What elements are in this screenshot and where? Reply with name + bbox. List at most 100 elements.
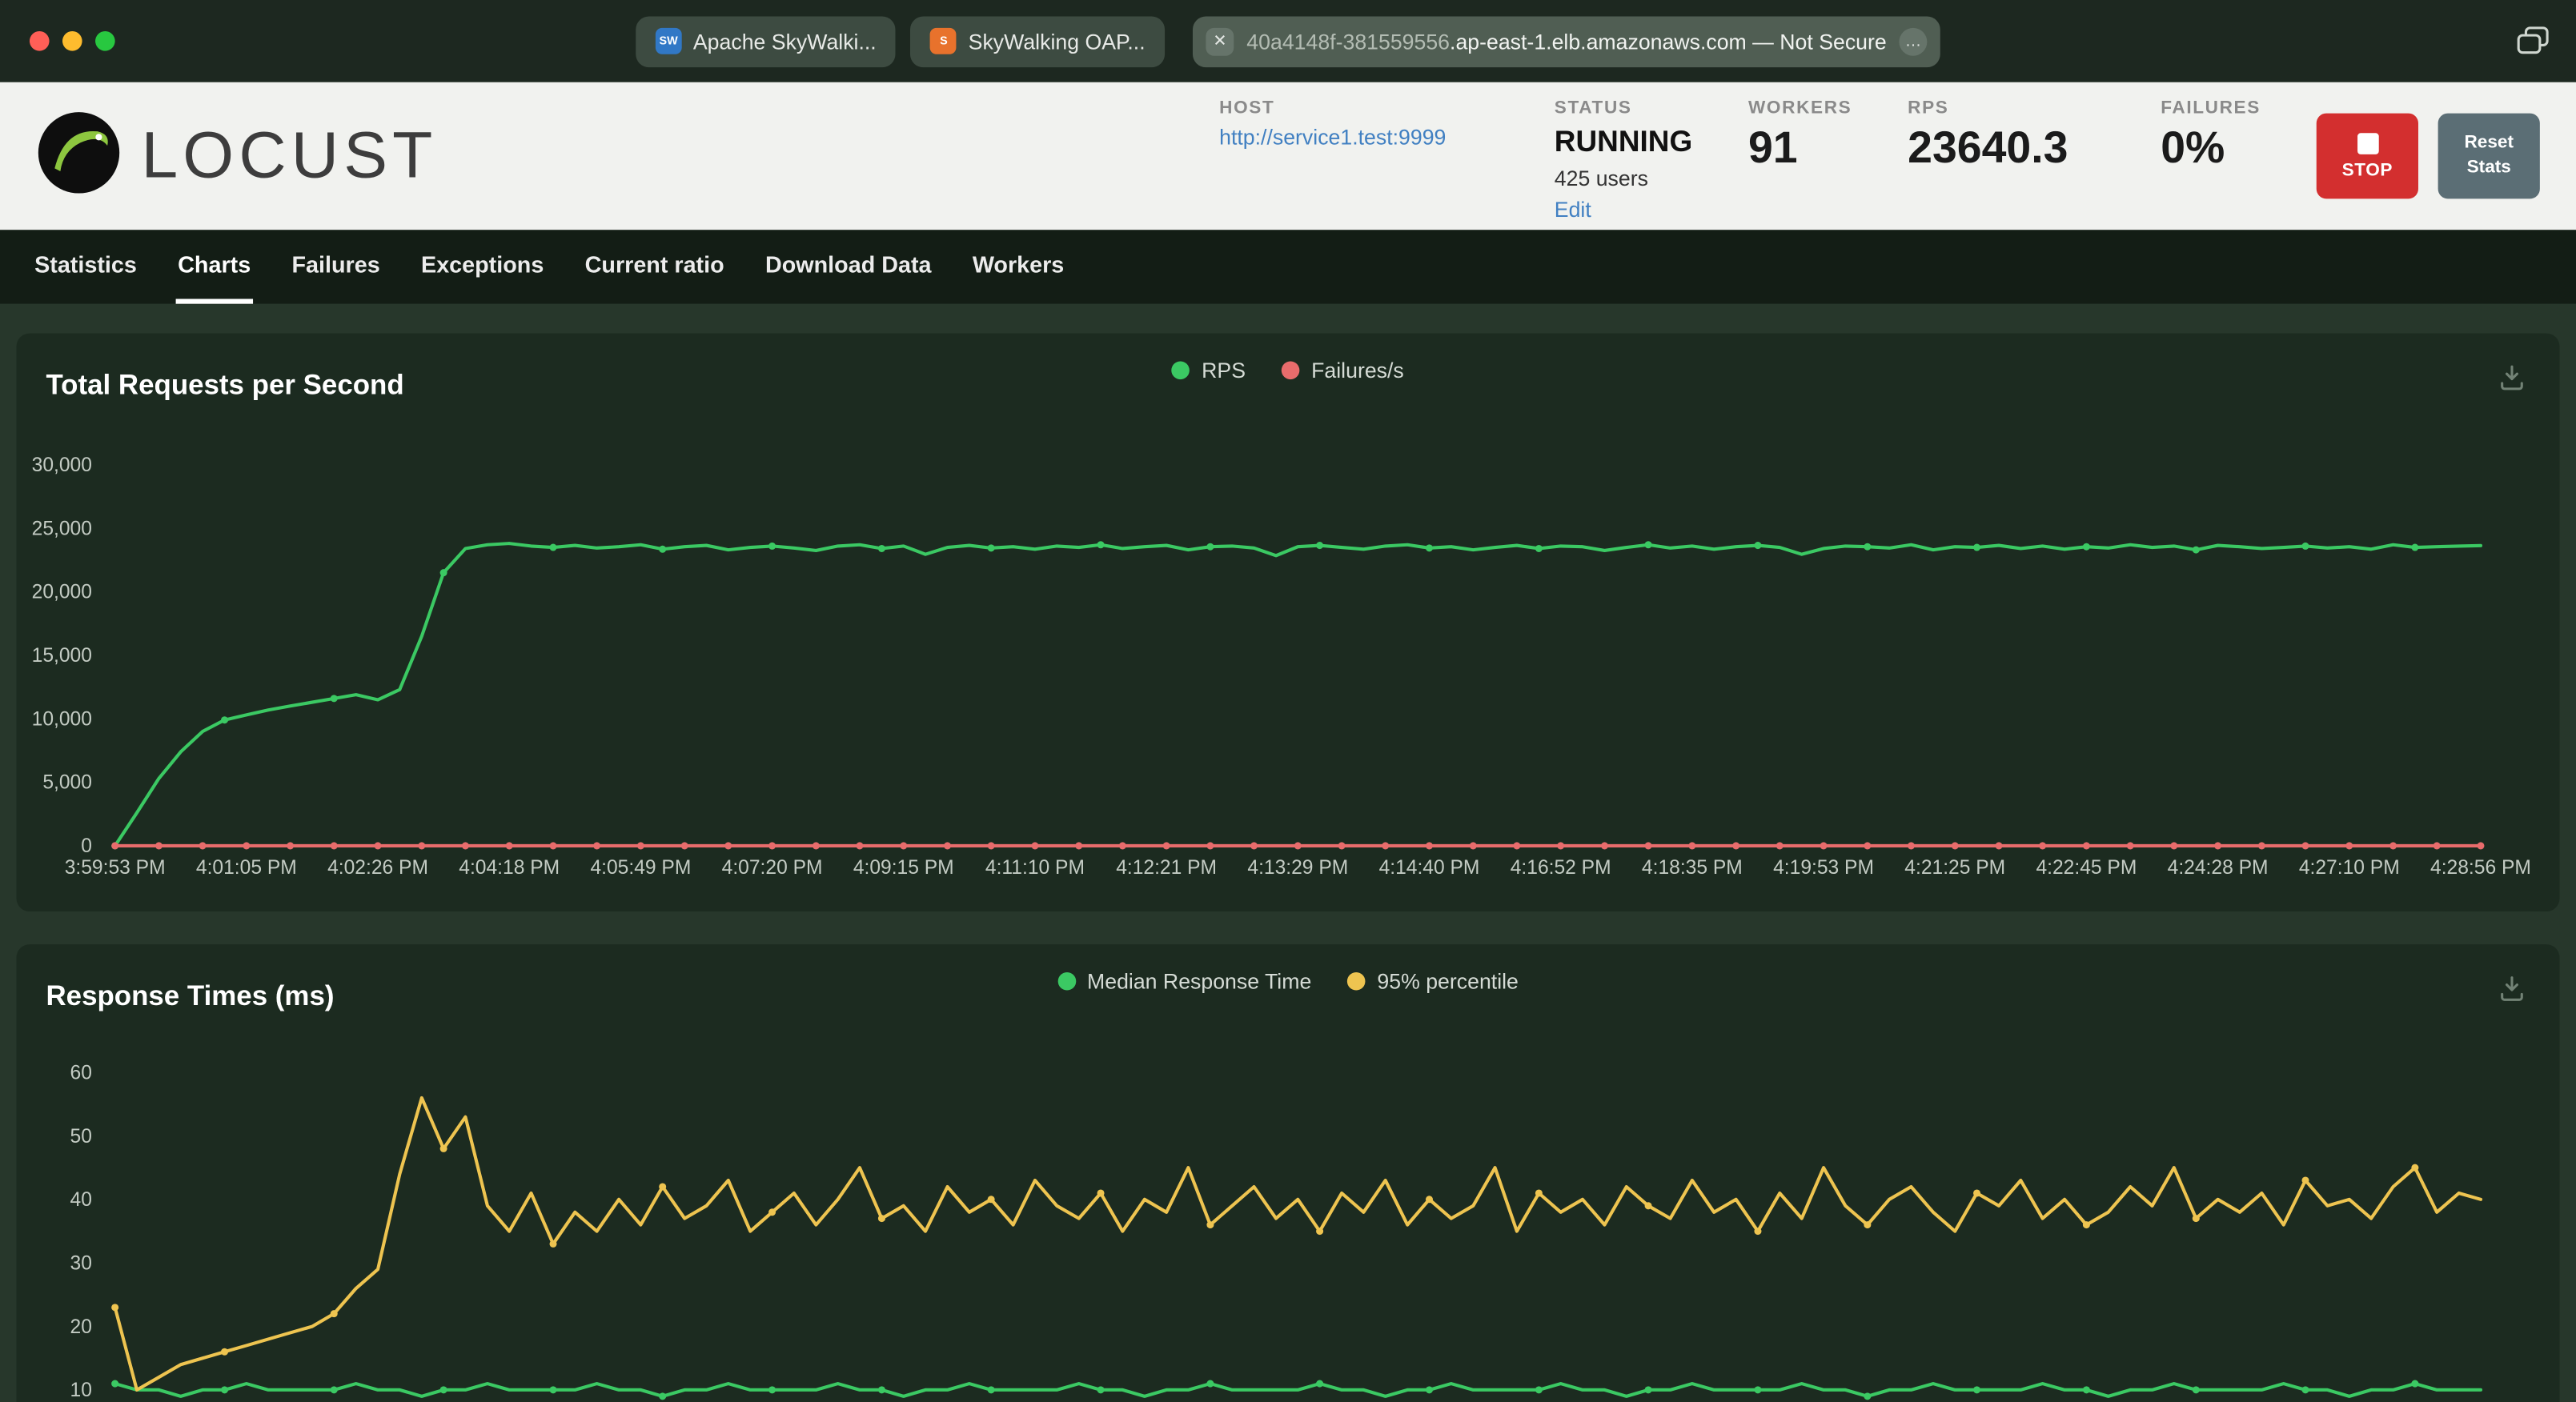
host-link[interactable]: http://service1.test:9999 [1219,124,1499,149]
rps-value: 23640.3 [1908,122,2068,172]
svg-text:4:04:18 PM: 4:04:18 PM [459,857,560,879]
stat-status: STATUS RUNNING 425 users Edit [1555,98,1692,221]
skywalking-favicon-icon: SW [655,27,682,54]
status-label: STATUS [1554,98,1632,118]
svg-text:4:16:52 PM: 4:16:52 PM [1511,857,1611,879]
host-label: HOST [1219,98,1275,118]
legend-label: Median Response Time [1087,968,1312,994]
zoom-window-button[interactable] [95,30,115,51]
nav-exceptions[interactable]: Exceptions [419,230,545,303]
browser-chrome: SW Apache SkyWalki... S SkyWalking OAP..… [0,0,2576,82]
svg-text:4:21:25 PM: 4:21:25 PM [1904,857,2005,879]
close-window-button[interactable] [29,30,50,51]
nav-download-data[interactable]: Download Data [764,230,933,303]
svg-text:30,000: 30,000 [32,455,92,476]
svg-text:20,000: 20,000 [32,582,92,603]
workers-value: 91 [1747,122,1798,172]
nav-charts[interactable]: Charts [176,230,253,304]
svg-text:4:28:56 PM: 4:28:56 PM [2430,857,2531,879]
oap-favicon-icon: S [930,27,957,54]
rps-chart-panel: Total Requests per Second RPS Failures/s… [16,333,2560,912]
svg-text:25,000: 25,000 [32,518,92,539]
failures-label: FAILURES [2161,98,2261,118]
svg-text:4:07:20 PM: 4:07:20 PM [722,857,823,879]
close-tab-icon[interactable]: ✕ [1206,26,1234,55]
svg-text:10: 10 [70,1380,92,1401]
stat-workers: WORKERS 91 [1748,98,1852,170]
legend-rps[interactable]: RPS [1172,358,1246,383]
svg-text:3:59:53 PM: 3:59:53 PM [65,857,166,879]
window-controls [29,30,115,51]
nav-workers[interactable]: Workers [971,230,1066,303]
svg-text:5,000: 5,000 [42,772,92,794]
svg-text:4:11:10 PM: 4:11:10 PM [985,857,1085,879]
svg-text:10,000: 10,000 [32,709,92,731]
rps-chart[interactable]: 0 5,000 10,000 15,000 20,000 25,000 30,000 3:59… [17,334,2560,911]
stat-rps: RPS 23640.3 [1908,98,2105,170]
svg-text:0: 0 [81,835,92,857]
stop-icon [2357,132,2378,154]
svg-text:15,000: 15,000 [32,645,92,667]
legend-failures[interactable]: Failures/s [1282,358,1404,383]
header-buttons: STOP Reset Stats [2316,113,2540,199]
rps-label: RPS [1908,98,1949,118]
svg-text:30: 30 [70,1252,92,1274]
legend-label: Failures/s [1311,358,1404,383]
legend-dot-icon [1347,971,1366,991]
chart-legend: RPS Failures/s [17,358,2560,383]
browser-tab-skywalking[interactable]: SW Apache SkyWalki... [636,15,897,67]
url-tail: .ap-east-1.elb.amazonaws.com — Not Secur… [1450,28,1887,54]
stat-failures: FAILURES 0% [2161,98,2261,170]
legend-label: RPS [1202,358,1246,383]
logo-wordmark: LOCUST [141,118,438,192]
legend-dot-icon [1172,361,1190,380]
status-value: RUNNING [1554,123,1693,157]
nav-current-ratio[interactable]: Current ratio [584,230,726,303]
status-users: 425 users [1554,165,1648,190]
stat-host: HOST http://service1.test:9999 [1219,98,1499,149]
legend-label: 95% percentile [1377,968,1519,994]
svg-text:4:09:15 PM: 4:09:15 PM [853,857,954,879]
stop-button-label: STOP [2341,160,2393,180]
tab-label: SkyWalking OAP... [968,28,1146,54]
brand: LOCUST [36,109,437,202]
reset-stats-button[interactable]: Reset Stats [2438,113,2540,199]
nav-failures[interactable]: Failures [290,230,381,303]
url-text: 40a4148f-381559556.ap-east-1.elb.amazona… [1246,29,1888,54]
download-chart-icon[interactable] [2497,363,2526,401]
tab-strip: SW Apache SkyWalki... S SkyWalking OAP..… [636,15,1940,67]
minimize-window-button[interactable] [62,30,82,51]
svg-text:4:24:28 PM: 4:24:28 PM [2168,857,2269,879]
stop-button[interactable]: STOP [2316,113,2418,199]
response-times-chart-panel: Response Times (ms) Median Response Time… [16,944,2560,1402]
svg-text:4:27:10 PM: 4:27:10 PM [2299,857,2400,879]
main-nav: Statistics Charts Failures Exceptions Cu… [0,230,2576,304]
header-stats: HOST http://service1.test:9999 STATUS RU… [1219,91,2261,221]
svg-text:20: 20 [70,1316,92,1338]
svg-text:4:18:35 PM: 4:18:35 PM [1642,857,1743,879]
browser-window: SW Apache SkyWalki... S SkyWalking OAP..… [0,0,2576,1402]
browser-tab-skywalking-oap[interactable]: S SkyWalking OAP... [910,15,1166,67]
nav-statistics[interactable]: Statistics [33,230,138,303]
svg-text:4:14:40 PM: 4:14:40 PM [1379,857,1480,879]
download-chart-icon[interactable] [2497,974,2526,1011]
response-times-chart[interactable]: 1020304050603:59:53 PM4:01:05 PM4:02:26 … [17,944,2560,1402]
app-header: LOCUST HOST http://service1.test:9999 ST… [0,82,2576,230]
failures-value: 0% [2161,122,2225,172]
legend-median[interactable]: Median Response Time [1057,969,1311,994]
svg-text:4:05:49 PM: 4:05:49 PM [590,857,691,879]
chart-legend: Median Response Time 95% percentile [17,969,2560,994]
tab-label: Apache SkyWalki... [692,28,877,54]
edit-link[interactable]: Edit [1555,196,1692,221]
locust-logo-icon [36,109,122,202]
address-bar[interactable]: ✕ 40a4148f-381559556.ap-east-1.elb.amazo… [1193,15,1940,67]
url-head: 40a4148f-381559556 [1246,28,1451,54]
legend-percentile[interactable]: 95% percentile [1347,968,1519,994]
charts-page: Total Requests per Second RPS Failures/s… [0,303,2576,1402]
svg-text:50: 50 [70,1126,92,1148]
legend-dot-icon [1282,361,1300,380]
legend-dot-icon [1057,971,1076,991]
more-options-icon[interactable]: … [1899,26,1928,55]
tab-overview-icon[interactable] [2517,26,2550,64]
svg-text:4:19:53 PM: 4:19:53 PM [1773,857,1874,879]
